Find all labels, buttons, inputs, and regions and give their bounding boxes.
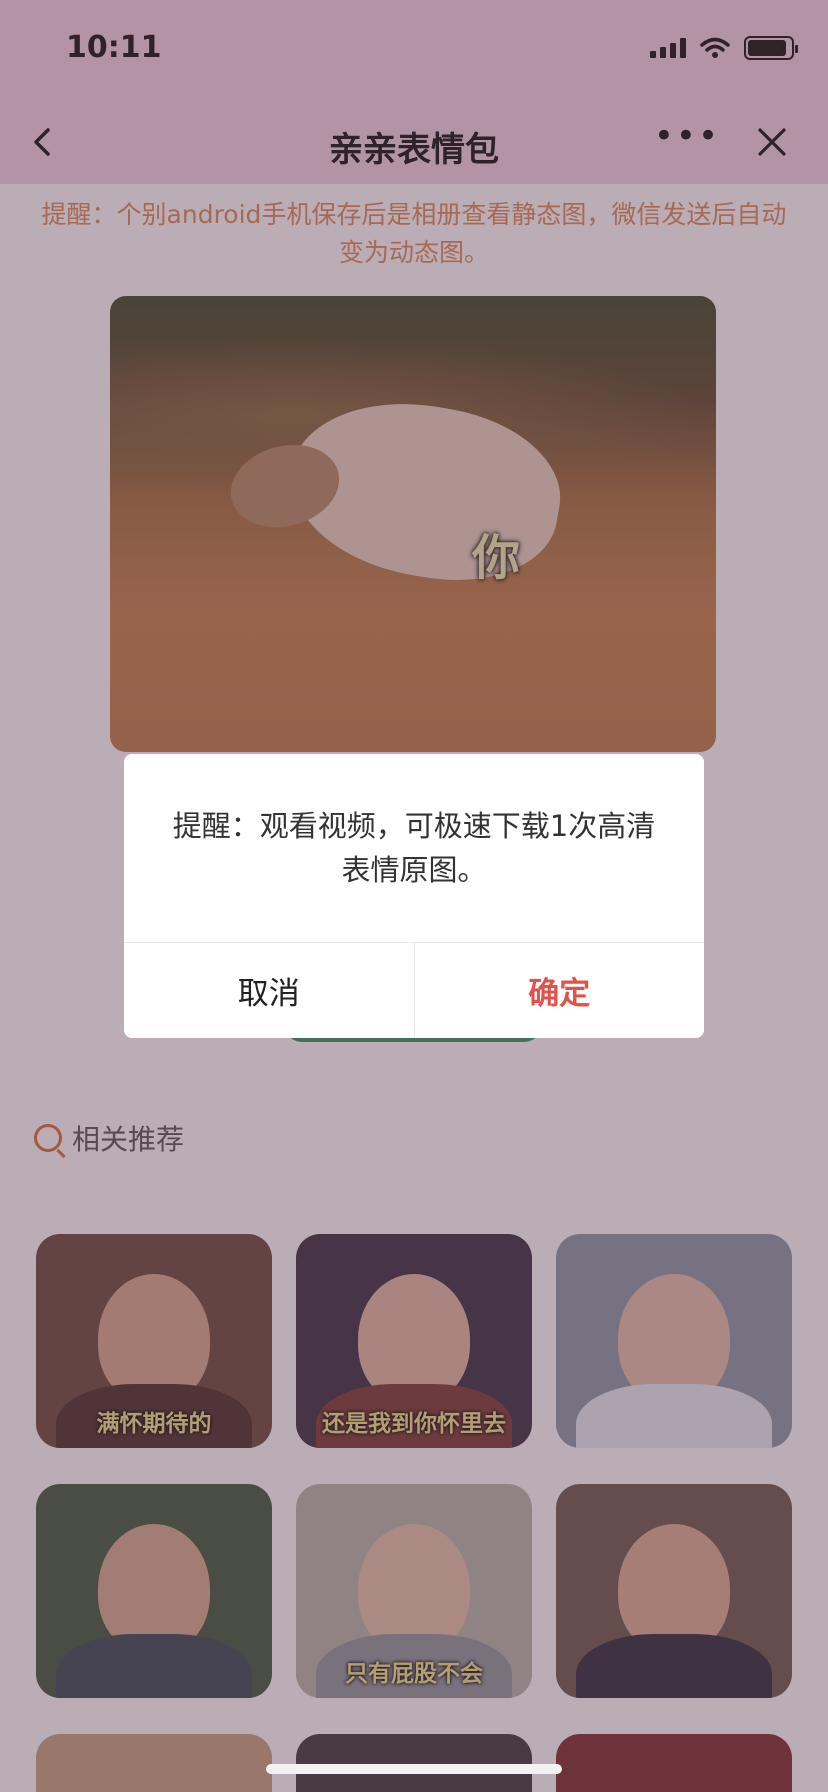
dialog-message: 提醒：观看视频，可极速下载1次高清表情原图。 — [172, 809, 656, 887]
dialog-actions: 取消 确定 — [124, 942, 704, 1038]
confirm-button[interactable]: 确定 — [415, 943, 705, 1038]
home-indicator[interactable] — [266, 1764, 562, 1774]
download-reminder-dialog: 提醒：观看视频，可极速下载1次高清表情原图。 取消 确定 — [124, 754, 704, 1038]
cancel-button[interactable]: 取消 — [124, 943, 415, 1038]
